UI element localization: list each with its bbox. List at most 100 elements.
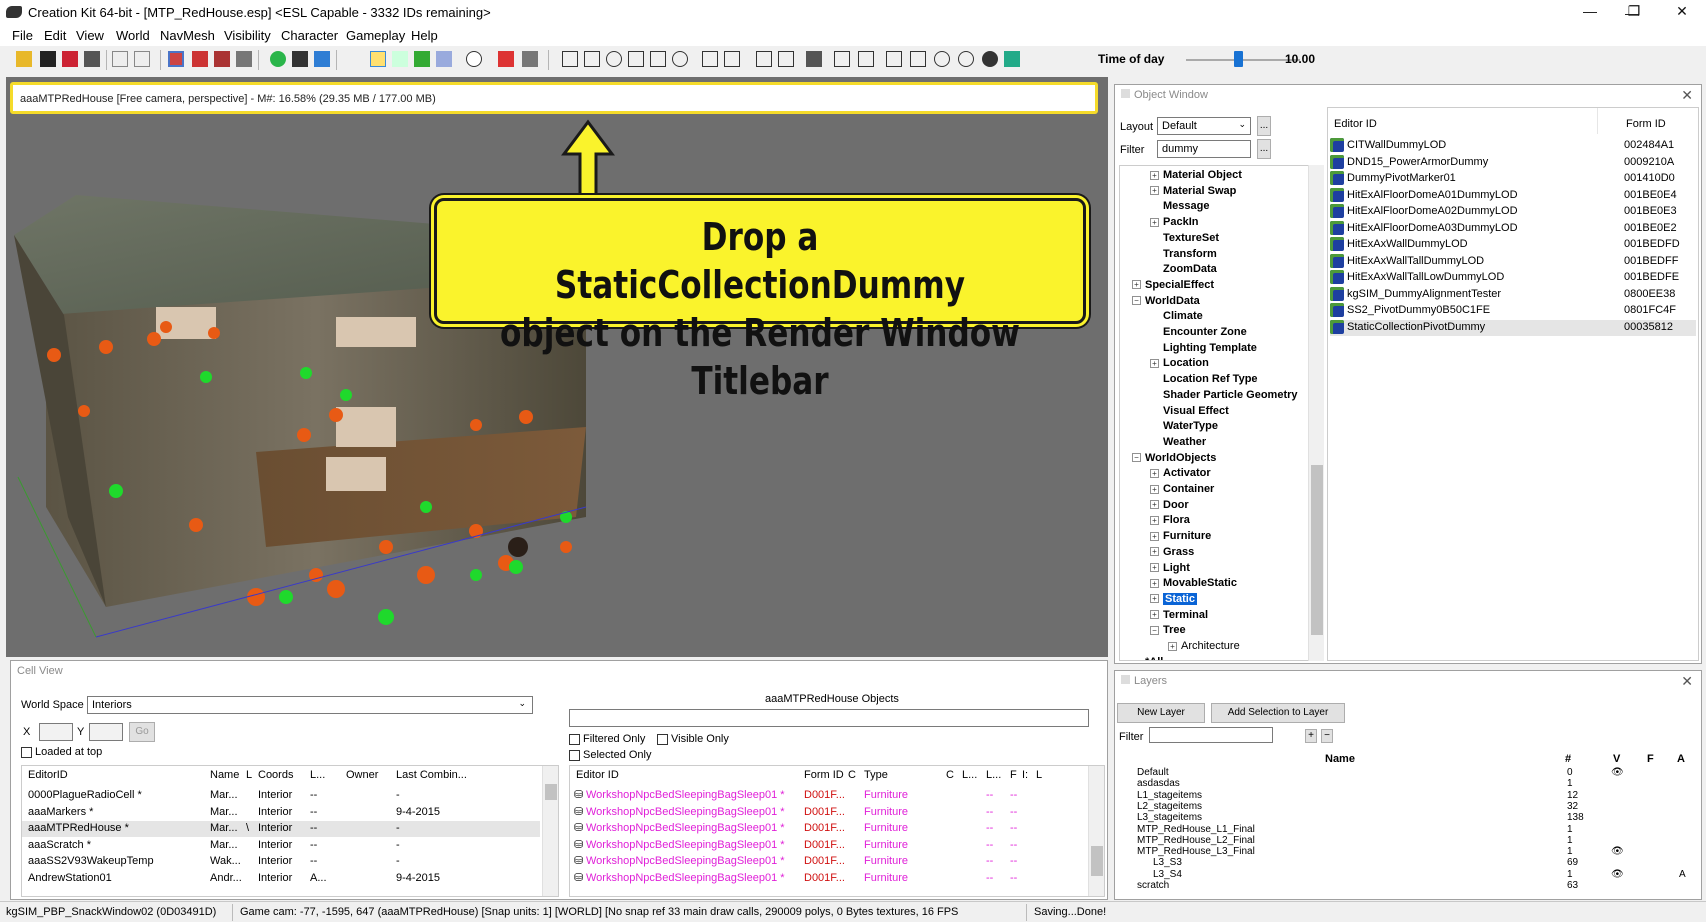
menu-world[interactable]: World — [116, 28, 150, 43]
tree-item-textureset[interactable]: TextureSet — [1150, 232, 1219, 244]
speech-bubble-icon[interactable] — [466, 51, 482, 67]
tree-item--all[interactable]: *All — [1132, 656, 1163, 660]
layer-row[interactable]: L1_stageitems 12 — [1117, 790, 1697, 801]
save-icon[interactable] — [40, 51, 56, 67]
object-icon-7[interactable] — [702, 51, 718, 67]
menu-file[interactable]: File — [12, 28, 33, 43]
close-layers-icon[interactable]: ✕ — [1681, 673, 1693, 690]
cell-objects-scrollbar[interactable] — [1088, 766, 1104, 896]
cell-list-scrollbar[interactable] — [542, 766, 558, 896]
expand-icon[interactable]: + — [1150, 610, 1159, 620]
layer-row[interactable]: L2_stageitems 32 — [1117, 801, 1697, 812]
cell-row[interactable]: AndrewStation01 Andr... Interior A... 9-4-20… — [22, 871, 540, 887]
col-layer-count[interactable]: # — [1565, 753, 1571, 765]
menu-help[interactable]: Help — [411, 28, 438, 43]
cell-col-1[interactable]: Name — [210, 769, 239, 781]
object-icon-13[interactable] — [858, 51, 874, 67]
menu-edit[interactable]: Edit — [44, 28, 66, 43]
layout-more-button[interactable]: ... — [1257, 116, 1271, 136]
tools-icon[interactable] — [522, 51, 538, 67]
col-layer-visible[interactable]: V — [1613, 753, 1620, 765]
expand-icon[interactable]: + — [1150, 468, 1159, 478]
tree-item-worlddata[interactable]: − WorldData — [1132, 295, 1200, 307]
col-layer-name[interactable]: Name — [1325, 753, 1355, 765]
obj-col-6[interactable]: L... — [986, 769, 1001, 781]
obj-col-1[interactable]: Form ID — [804, 769, 844, 781]
cell-object-row[interactable]: ⛁ WorkshopNpcBedSleepingBagSleep01 * D001F… — [570, 788, 1086, 804]
markers-icon[interactable] — [292, 51, 308, 67]
water-icon[interactable] — [392, 51, 408, 67]
tree-item-encounter-zone[interactable]: Encounter Zone — [1150, 326, 1247, 338]
layer-row[interactable]: L3_S4 1 👁 A — [1117, 869, 1697, 880]
expand-icon[interactable]: + — [1150, 515, 1159, 525]
object-filter-input[interactable]: dummy — [1157, 140, 1251, 158]
tree-item-packin[interactable]: + PackIn — [1150, 216, 1198, 228]
tree-item-container[interactable]: + Container — [1150, 483, 1214, 495]
object-row[interactable]: SS2_PivotDummy0B50C1FE 0801FC4F — [1330, 303, 1696, 319]
expand-icon[interactable]: + — [1150, 531, 1159, 541]
layout-select[interactable]: Default ⌄ — [1157, 117, 1251, 135]
graph-icon[interactable] — [498, 51, 514, 67]
layer-row[interactable]: L3_stageitems 138 — [1117, 812, 1697, 823]
light-bulb-icon[interactable] — [370, 51, 386, 67]
layer-row[interactable]: MTP_RedHouse_L1_Final 1 — [1117, 824, 1697, 835]
tree-item-worldobjects[interactable]: − WorldObjects — [1132, 452, 1216, 464]
close-object-window-icon[interactable]: ✕ — [1681, 87, 1693, 104]
expand-icon[interactable]: + — [1168, 641, 1177, 651]
tree-item-specialeffect[interactable]: + SpecialEffect — [1132, 279, 1214, 291]
object-row[interactable]: kgSIM_DummyAlignmentTester 0800EE38 — [1330, 286, 1696, 303]
render-mode-icon[interactable] — [168, 51, 184, 67]
tree-item-lighting-template[interactable]: Lighting Template — [1150, 342, 1257, 354]
time-of-day-slider[interactable] — [1233, 51, 1243, 67]
lighting-icon[interactable] — [270, 51, 286, 67]
collapse-icon[interactable]: − — [1132, 296, 1141, 306]
obj-col-3[interactable]: Type — [864, 769, 888, 781]
object-row[interactable]: DummyPivotMarker01 001410D0 — [1330, 171, 1696, 187]
tree-scrollbar[interactable] — [1308, 165, 1324, 661]
cell-object-row[interactable]: ⛁ WorkshopNpcBedSleepingBagSleep01 * D001F… — [570, 821, 1086, 837]
expand-icon[interactable]: + — [1150, 186, 1159, 196]
object-icon-17[interactable] — [958, 51, 974, 67]
obj-col-9[interactable]: L — [1036, 769, 1042, 781]
layer-row[interactable]: MTP_RedHouse_L2_Final 1 — [1117, 835, 1697, 846]
tree-icon[interactable] — [436, 51, 452, 67]
object-icon-6[interactable] — [672, 51, 688, 67]
cell-row[interactable]: aaaMarkers * Mar... Interior -- 9-4-2015 — [22, 805, 540, 821]
object-icon-10[interactable] — [778, 51, 794, 67]
menu-navmesh[interactable]: NavMesh — [160, 28, 215, 43]
tree-item-climate[interactable]: Climate — [1150, 310, 1203, 322]
cell-objects-filter[interactable] — [569, 709, 1089, 727]
x-coord-input[interactable] — [39, 723, 73, 741]
obj-col-2[interactable]: C — [848, 769, 856, 781]
eye-icon[interactable]: 👁 — [1611, 869, 1624, 880]
object-row[interactable]: StaticCollectionPivotDummy 00035812 — [1330, 319, 1696, 336]
cell-object-row[interactable]: ⛁ WorkshopNpcBedSleepingBagSleep01 * D001F… — [570, 871, 1086, 887]
expand-icon[interactable]: + — [1150, 170, 1159, 180]
filtered-only-checkbox[interactable]: Filtered Only — [569, 733, 645, 745]
tree-item-location-ref-type[interactable]: Location Ref Type — [1150, 373, 1258, 385]
object-icon-4[interactable] — [628, 51, 644, 67]
expand-icon[interactable]: + — [1150, 563, 1159, 573]
obj-col-0[interactable]: Editor ID — [576, 769, 619, 781]
tree-item-zoomdata[interactable]: ZoomData — [1150, 263, 1217, 275]
object-icon-15[interactable] — [910, 51, 926, 67]
filter-more-button[interactable]: ... — [1257, 139, 1271, 159]
expand-icon[interactable]: + — [1150, 578, 1159, 588]
data-files-icon[interactable] — [62, 51, 78, 67]
collapse-icon[interactable]: − — [1150, 625, 1159, 635]
object-icon-14[interactable] — [886, 51, 902, 67]
cell-col-2[interactable]: L — [246, 769, 252, 781]
object-icon-16[interactable] — [934, 51, 950, 67]
cell-object-row[interactable]: ⛁ WorkshopNpcBedSleepingBagSleep01 * D001F… — [570, 838, 1086, 854]
object-icon-12[interactable] — [834, 51, 850, 67]
object-category-tree[interactable]: + Material Object + Material Swap Message + Pa… — [1119, 165, 1323, 661]
cell-col-3[interactable]: Coords — [258, 769, 293, 781]
object-icon-2[interactable] — [584, 51, 600, 67]
cell-col-4[interactable]: L... — [310, 769, 325, 781]
tree-item-terminal[interactable]: + Terminal — [1150, 609, 1208, 621]
tree-item-material-swap[interactable]: + Material Swap — [1150, 185, 1236, 197]
cell-row[interactable]: aaaMTPRedHouse * Mar... \ Interior -- - — [22, 821, 540, 837]
expand-icon[interactable]: + — [1150, 594, 1159, 604]
expand-icon[interactable]: + — [1150, 547, 1159, 557]
tree-item-flora[interactable]: + Flora — [1150, 514, 1190, 526]
